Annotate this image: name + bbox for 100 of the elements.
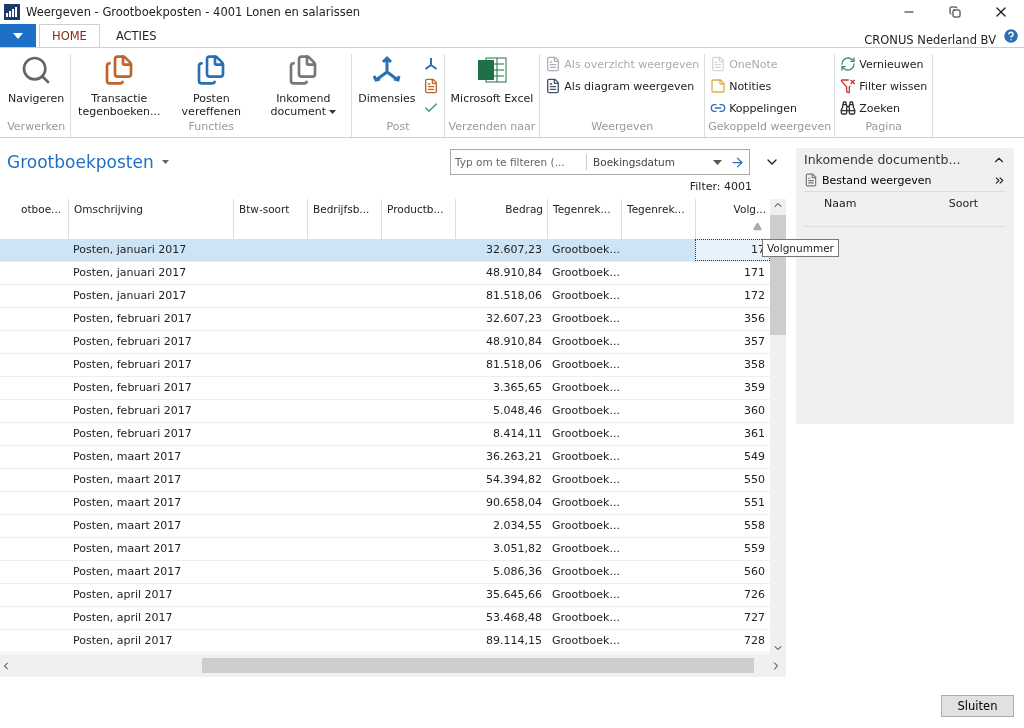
- binoculars-icon: [840, 100, 857, 116]
- table-cell-text: 5.048,46: [492, 403, 543, 419]
- table-cell-text: Grootboek...: [551, 242, 621, 258]
- ribbon-button[interactable]: Filter wissen: [838, 76, 930, 96]
- ribbon-button[interactable]: Vernieuwen: [838, 54, 930, 74]
- help-icon[interactable]: [1002, 27, 1020, 45]
- group-label: Pagina: [864, 120, 904, 135]
- table-cell-text: 48.910,84: [485, 265, 543, 281]
- table-cell-text: 35.645,66: [485, 587, 543, 603]
- table-cell-text: Posten, februari 2017: [72, 403, 193, 419]
- window-title: Weergeven - Grootboekposten - 4001 Lonen en salarissen: [26, 5, 362, 19]
- table-cell-text: 550: [743, 472, 766, 488]
- table-cell-text: Grootboek...: [551, 587, 621, 603]
- caret-icon[interactable]: [161, 160, 169, 164]
- table-cell-text: 551: [743, 495, 766, 511]
- view-icon: [545, 78, 562, 94]
- caret-icon[interactable]: [713, 159, 722, 165]
- file-icon: [804, 173, 818, 187]
- table-cell-text: Grootboek...: [551, 449, 621, 465]
- group-label: Verwerken: [6, 120, 67, 135]
- factbox-title: Inkomende documentb...: [804, 152, 961, 167]
- table-cell-text: 361: [743, 426, 766, 442]
- table-cell-text: 81.518,06: [485, 357, 543, 373]
- table-cell-text: 726: [743, 587, 766, 603]
- table-cell-text: Posten, april 2017: [72, 633, 174, 649]
- ribbon-button[interactable]: Navigeren: [5, 54, 68, 120]
- column-header: Soort: [948, 197, 978, 210]
- ribbon-tab[interactable]: ACTIES: [102, 24, 170, 47]
- table-cell-text: Posten, februari 2017: [72, 380, 193, 396]
- table-cell-text: Grootboek...: [551, 403, 621, 419]
- table-cell-text: Grootboek...: [551, 265, 621, 281]
- ribbon-tab[interactable]: HOME: [39, 24, 100, 47]
- ribbon-button[interactable]: Als diagram weergeven: [543, 76, 702, 96]
- company-name: CRONUS Nederland BV: [864, 33, 996, 47]
- table-cell-text: 54.394,82: [485, 472, 543, 488]
- ribbon-button[interactable]: Posten vereffenen: [166, 54, 257, 120]
- table-cell-text: 53.468,48: [485, 610, 543, 626]
- table-cell-text: Grootboek...: [551, 357, 621, 373]
- table-cell-text: 359: [743, 380, 766, 396]
- ribbon-button[interactable]: Notities: [708, 76, 800, 96]
- table-cell-text: Grootboek...: [551, 495, 621, 511]
- app-icon: [4, 4, 20, 20]
- table-cell-text: Posten, maart 2017: [72, 564, 183, 580]
- table-cell-text: Posten, februari 2017: [72, 426, 193, 442]
- table-cell-text: 549: [743, 449, 766, 465]
- filter-note: Filter: 4001: [689, 180, 752, 193]
- horizontal-scrollbar[interactable]: [0, 654, 786, 677]
- table-cell-text: 5.086,36: [492, 564, 543, 580]
- table-cell-text: Grootboek...: [551, 380, 621, 396]
- table-cell-text: Posten, maart 2017: [72, 495, 183, 511]
- column-header[interactable]: otboe...: [0, 199, 68, 239]
- ribbon-button[interactable]: Koppelingen: [708, 98, 800, 118]
- notebook-icon: [710, 56, 727, 72]
- table-cell-text: Grootboek...: [551, 288, 621, 304]
- page-title: Grootboekposten: [7, 152, 154, 172]
- ribbon-button[interactable]: Inkomend document: [258, 54, 349, 120]
- filter-bar[interactable]: Typ om te filteren (... Boekingsdatum: [450, 149, 750, 175]
- caret-icon: [13, 32, 23, 39]
- table-cell-text: 2.034,55: [492, 518, 543, 534]
- column-header: Naam: [824, 197, 857, 210]
- field-select[interactable]: Boekingsdatum: [587, 156, 713, 168]
- table-cell-text: 32.607,23: [485, 311, 543, 327]
- arrow-right-icon[interactable]: [730, 154, 745, 170]
- close-dialog-button[interactable]: Sluiten: [941, 695, 1014, 717]
- table-cell-text: Grootboek...: [551, 541, 621, 557]
- ribbon-button[interactable]: Transactie tegenboeken...: [74, 54, 165, 120]
- table-cell-text: 358: [743, 357, 766, 373]
- ribbon-button[interactable]: Dimensies: [355, 54, 419, 120]
- table-cell-text: 559: [743, 541, 766, 557]
- table-cell-text: Posten, maart 2017: [72, 541, 183, 557]
- ribbon-button[interactable]: Zoeken: [838, 98, 930, 118]
- table-cell-text: 3.051,82: [492, 541, 543, 557]
- table-cell-text: Grootboek...: [551, 311, 621, 327]
- ribbon-button[interactable]: Microsoft Excel: [447, 54, 537, 120]
- group-label: Weergeven: [590, 120, 655, 135]
- app-menu-button[interactable]: [0, 24, 36, 47]
- table-cell-text: Posten, maart 2017: [72, 518, 183, 534]
- group-label: Functies: [187, 120, 236, 135]
- list-icon: [422, 78, 439, 94]
- table-cell-text: Posten, februari 2017: [72, 357, 193, 373]
- restore-icon[interactable]: [949, 6, 961, 18]
- view-file-button[interactable]: Bestand weergeven: [804, 173, 932, 187]
- table-cell-text: 48.910,84: [485, 334, 543, 350]
- table-cell-text: 36.263,21: [485, 449, 543, 465]
- arrows-icon: [422, 56, 439, 72]
- table-cell-text: 727: [743, 610, 766, 626]
- table-cell-text: Grootboek...: [551, 610, 621, 626]
- group-label: Verzenden naar: [447, 120, 537, 135]
- group-label: Post: [385, 120, 411, 135]
- table-cell-text: Posten, februari 2017: [72, 311, 193, 327]
- table-cell-text: Grootboek...: [551, 426, 621, 442]
- clear-filter-icon: [840, 78, 857, 94]
- table-cell-text: 560: [743, 564, 766, 580]
- table-cell-text: Grootboek...: [551, 518, 621, 534]
- table-cell-text: 81.518,06: [485, 288, 543, 304]
- table-cell-text: Posten, februari 2017: [72, 334, 193, 350]
- table-cell-text: 172: [743, 288, 766, 304]
- table-cell-text: 558: [743, 518, 766, 534]
- table-cell-text: 90.658,04: [485, 495, 543, 511]
- table-cell-text: 8.414,11: [492, 426, 543, 442]
